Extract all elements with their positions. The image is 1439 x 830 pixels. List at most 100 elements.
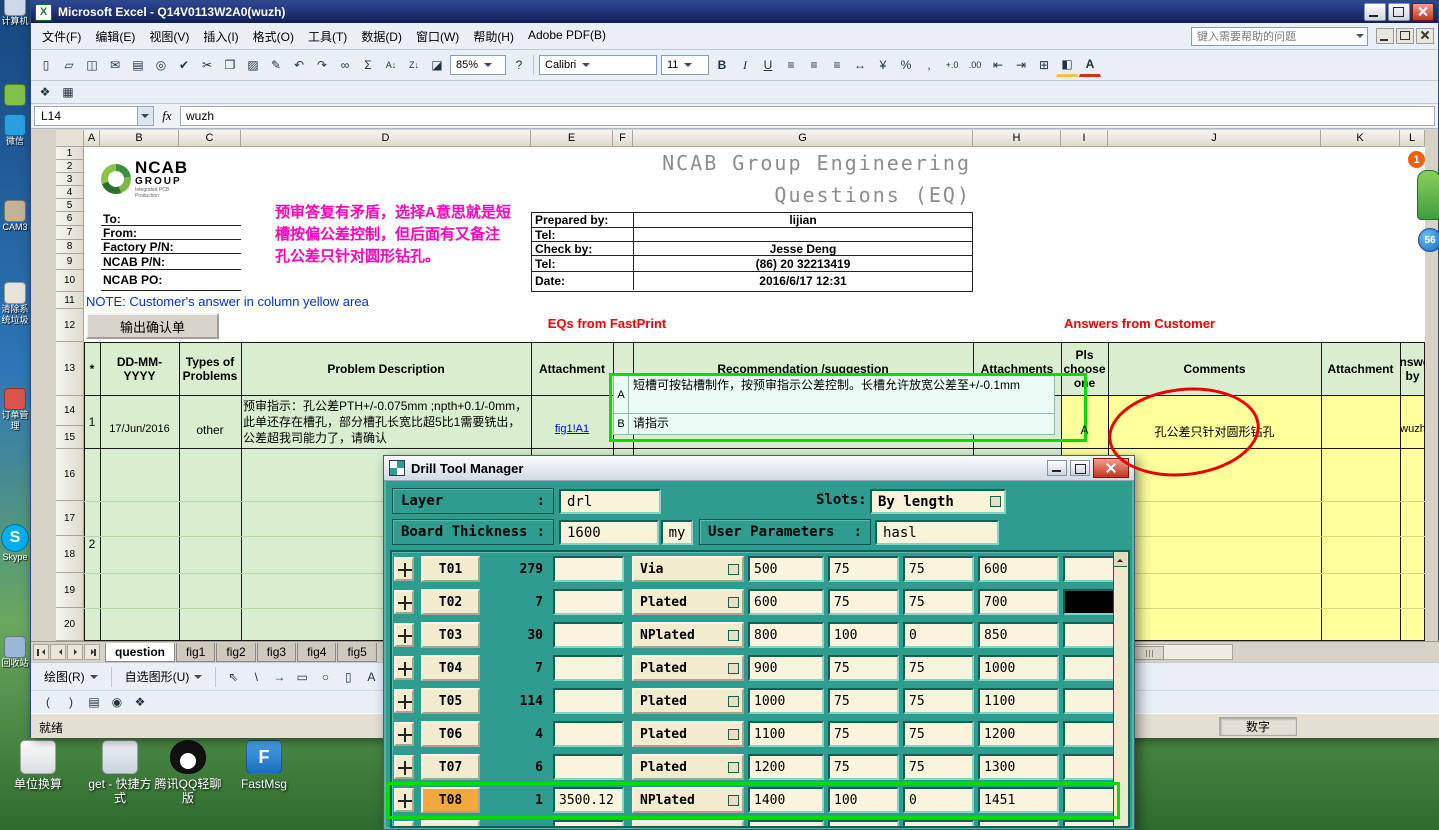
copy-icon[interactable]: ❐: [219, 54, 241, 76]
eq-column-header[interactable]: DD-MM-YYYY: [100, 342, 179, 396]
menu-item[interactable]: Adobe PDF(B): [521, 24, 613, 49]
tool-type-select[interactable]: [632, 820, 744, 829]
tool-size-input[interactable]: 75: [828, 655, 899, 681]
column-header-J[interactable]: J: [1108, 130, 1321, 147]
menu-item[interactable]: 文件(F): [35, 24, 88, 49]
previous-sheet-icon[interactable]: [50, 644, 66, 660]
tool-size-input[interactable]: 75: [828, 688, 899, 714]
tool-size-input[interactable]: 100: [828, 622, 899, 648]
layer-input[interactable]: drl: [559, 489, 661, 514]
workbook-restore-button[interactable]: [1396, 28, 1414, 44]
tool-size-input[interactable]: 75: [828, 556, 899, 582]
row-header-18[interactable]: 18: [56, 536, 84, 573]
type-dropdown-handle-icon[interactable]: [728, 629, 739, 641]
draw-menu-button[interactable]: 绘图(R): [37, 665, 105, 688]
qq-light-shortcut[interactable]: 腾讯QQ轻聊版: [152, 740, 224, 805]
tool-size-input[interactable]: 600: [748, 589, 824, 615]
add-tool-icon[interactable]: [394, 722, 414, 746]
tool-extra-input[interactable]: [553, 556, 624, 582]
column-header-B[interactable]: B: [100, 130, 179, 147]
autosum-icon[interactable]: Σ: [357, 54, 379, 76]
comma-icon[interactable]: ,: [918, 54, 940, 76]
tool-size-input[interactable]: 600: [978, 556, 1059, 582]
eq1-index-cell[interactable]: 1: [84, 415, 100, 429]
recycle-bin-shortcut[interactable]: 回收站: [1, 636, 29, 669]
info-row-value[interactable]: 2016/6/17 12:31: [634, 272, 972, 290]
align-right-icon[interactable]: ≡: [826, 54, 848, 76]
workbook-close-button[interactable]: [1416, 28, 1434, 44]
eq-column-header[interactable]: Attachment: [531, 342, 613, 396]
tool-extra2-input[interactable]: [1063, 688, 1117, 714]
tool-size-input[interactable]: 1700: [978, 820, 1059, 826]
android-shortcut[interactable]: [1, 84, 29, 106]
column-header-D[interactable]: D: [241, 130, 531, 147]
row-header-3[interactable]: 3: [56, 173, 84, 186]
name-box-dropdown-icon[interactable]: [138, 106, 154, 126]
column-header-L[interactable]: L: [1400, 130, 1425, 147]
tool-size-input[interactable]: 75: [903, 754, 974, 780]
custom-toolbar-button-1[interactable]: ❖: [34, 81, 56, 103]
fastmsg-shortcut[interactable]: F FastMsg: [228, 740, 300, 791]
add-tool-icon[interactable]: [394, 623, 414, 647]
cleaner-shortcut[interactable]: 清除系统垃圾: [1, 282, 29, 326]
help-question-input[interactable]: 键入需要帮助的问题: [1191, 26, 1368, 46]
order-manager-shortcut[interactable]: 订单管理: [1, 388, 29, 432]
dialog-minimize-button[interactable]: [1047, 460, 1067, 476]
paste-icon[interactable]: ▨: [242, 54, 264, 76]
tool-size-input[interactable]: 1600: [748, 820, 824, 826]
eq2-index-cell[interactable]: 2: [84, 537, 100, 551]
tool-size-input[interactable]: 75: [903, 655, 974, 681]
tool-size-input[interactable]: 1200: [748, 754, 824, 780]
tool-size-input[interactable]: 75: [903, 688, 974, 714]
tool-size-input[interactable]: 75: [903, 589, 974, 615]
skype-shortcut[interactable]: S Skype: [1, 524, 29, 563]
tool-extra2-input[interactable]: [1063, 721, 1117, 747]
eq1-attachment-link[interactable]: fig1!A1: [531, 423, 613, 435]
tool-number-button[interactable]: T01: [421, 556, 480, 582]
unit-converter-shortcut[interactable]: 单位换算: [2, 740, 74, 791]
sheet-tab-fig5[interactable]: fig5: [337, 642, 377, 662]
open-file-icon[interactable]: ▱: [58, 54, 80, 76]
menu-item[interactable]: 工具(T): [301, 24, 354, 49]
type-dropdown-handle-icon[interactable]: [728, 761, 739, 773]
font-name-combo[interactable]: Calibri: [539, 55, 657, 75]
eq-column-header[interactable]: Answer by: [1400, 342, 1425, 396]
tool-extra-input[interactable]: [553, 688, 624, 714]
tool-size-input[interactable]: 850: [978, 622, 1059, 648]
menu-item[interactable]: 插入(I): [196, 24, 245, 49]
merge-center-icon[interactable]: ↔: [849, 54, 871, 76]
hyperlink-icon[interactable]: ∞: [334, 54, 356, 76]
row-header-15[interactable]: 15: [56, 426, 84, 449]
tool-extra-input[interactable]: [553, 655, 624, 681]
type-dropdown-handle-icon[interactable]: [728, 828, 739, 829]
fill-color-icon[interactable]: ◧: [1056, 53, 1078, 77]
tool-type-select[interactable]: NPlated: [632, 622, 744, 648]
row-header-19[interactable]: 19: [56, 573, 84, 608]
eq1-problem-description-cell[interactable]: 预审指示：孔公差PTH+/-0.075mm ;npth+0.1/-0mm，此单还…: [243, 398, 530, 446]
type-dropdown-handle-icon[interactable]: [728, 662, 739, 674]
info-row-value[interactable]: [634, 228, 972, 241]
bold-icon[interactable]: B: [711, 54, 733, 76]
tool-extra2-input[interactable]: [1063, 754, 1117, 780]
slots-select[interactable]: By length: [870, 489, 1006, 514]
tool-number-button[interactable]: T05: [421, 688, 480, 714]
chart-wizard-icon[interactable]: ◪: [426, 54, 448, 76]
tool-size-input[interactable]: 75: [828, 589, 899, 615]
drawing-extra-icon-1[interactable]: (: [37, 691, 59, 713]
tool-number-button[interactable]: T03: [421, 622, 480, 648]
tool-number-button[interactable]: T06: [421, 721, 480, 747]
tool-size-input[interactable]: 1000: [978, 655, 1059, 681]
tool-type-select[interactable]: Plated: [632, 589, 744, 615]
eq-column-header[interactable]: Problem Description: [241, 342, 531, 396]
drawing-extra-icon-2[interactable]: ): [60, 691, 82, 713]
type-dropdown-handle-icon[interactable]: [728, 563, 739, 575]
cam350-shortcut[interactable]: CAM3: [1, 200, 29, 233]
add-tool-icon[interactable]: [394, 821, 414, 826]
slots-dropdown-handle-icon[interactable]: [990, 496, 1001, 507]
dialog-scroll-up-icon[interactable]: [1114, 552, 1127, 567]
next-sheet-icon[interactable]: [67, 644, 83, 660]
tool-number-button[interactable]: T04: [421, 655, 480, 681]
row-header-4[interactable]: 4: [56, 186, 84, 199]
column-header-I[interactable]: I: [1061, 130, 1108, 147]
minimize-button[interactable]: [1364, 3, 1386, 21]
